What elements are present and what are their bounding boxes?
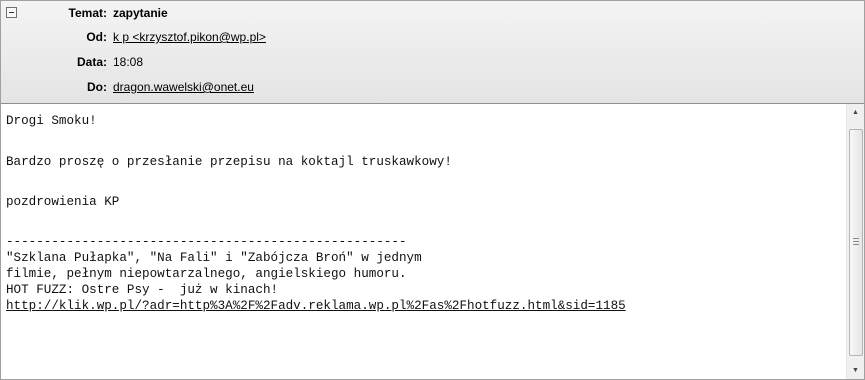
- email-message-pane: Temat: zapytanie Od: k p <krzysztof.piko…: [0, 0, 865, 380]
- ad-text-line: "Szklana Pułapka", "Na Fali" i "Zabójcza…: [6, 251, 422, 265]
- date-value: 18:08: [113, 55, 144, 69]
- signoff-text: pozdrowienia KP: [6, 195, 120, 209]
- greeting-text: Drogi Smoku!: [6, 114, 97, 128]
- to-row: Do: dragon.wawelski@onet.eu: [1, 78, 864, 96]
- message-body[interactable]: Drogi Smoku! Bardzo proszę o przesłanie …: [1, 104, 847, 379]
- to-address-link[interactable]: dragon.wawelski@onet.eu: [113, 78, 254, 96]
- subject-value: zapytanie: [113, 6, 168, 20]
- to-label: Do:: [87, 80, 107, 94]
- vertical-scrollbar[interactable]: ▲ ▼: [846, 104, 864, 379]
- message-header: Temat: zapytanie Od: k p <krzysztof.piko…: [1, 1, 864, 104]
- scrollbar-thumb[interactable]: [849, 129, 863, 356]
- from-row: Od: k p <krzysztof.pikon@wp.pl>: [1, 28, 864, 46]
- signature-separator: ----------------------------------------…: [6, 235, 407, 249]
- scroll-down-arrow-icon[interactable]: ▼: [847, 362, 864, 379]
- grip-icon: [853, 238, 859, 245]
- from-label: Od:: [86, 30, 107, 44]
- scroll-up-arrow-icon[interactable]: ▲: [847, 104, 864, 121]
- from-address-link[interactable]: k p <krzysztof.pikon@wp.pl>: [113, 28, 266, 46]
- ad-text-line: filmie, pełnym niepowtarzalnego, angiels…: [6, 267, 407, 281]
- ad-text-line: HOT FUZZ: Ostre Psy - już w kinach!: [6, 283, 279, 297]
- date-label: Data:: [76, 55, 107, 69]
- ad-link[interactable]: http://klik.wp.pl/?adr=http%3A%2F%2Fadv.…: [6, 298, 626, 314]
- subject-label: Temat:: [68, 6, 107, 20]
- subject-row: Temat: zapytanie: [1, 4, 864, 22]
- request-text: Bardzo proszę o przesłanie przepisu na k…: [6, 155, 452, 169]
- date-row: Data: 18:08: [1, 53, 864, 71]
